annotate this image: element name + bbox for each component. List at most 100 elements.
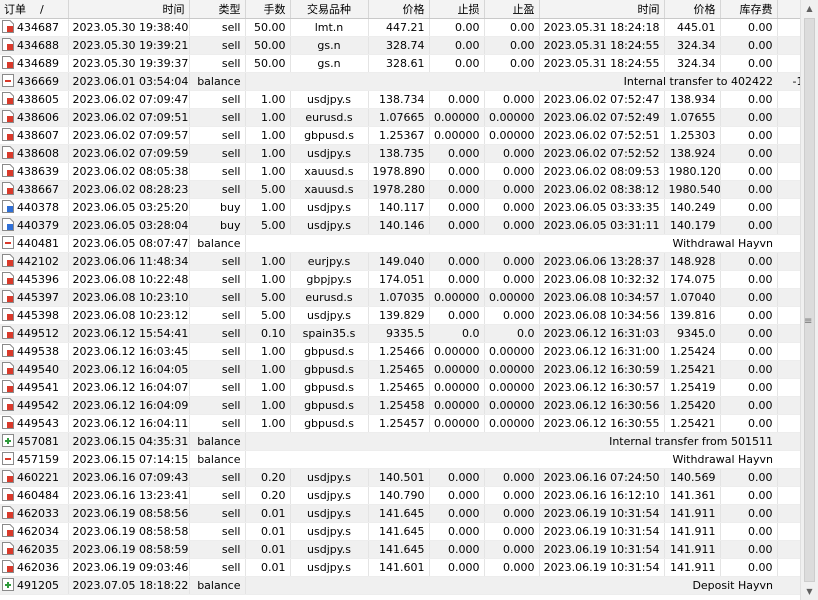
table-row[interactable]: 491205 2023.07.05 18:18:22 balance Deposit … [0,576,800,595]
table-row[interactable]: 462035 2023.06.19 08:58:59 sell 0.01 usdjpy.… [0,540,800,559]
scroll-up-arrow-icon[interactable]: ▲ [801,0,818,17]
table-row[interactable]: 434688 2023.05.30 19:39:21 sell 50.00 gs.n 32… [0,36,800,55]
cell-open-price: 447.21 [368,18,430,37]
cell-take-profit: 0.00000 [484,396,540,415]
cell-take-profit: 0.000 [484,504,540,523]
column-header-stop-loss[interactable]: 止损 [429,0,485,19]
table-row[interactable]: 449541 2023.06.12 16:04:07 sell 1.00 gbpusd.… [0,378,800,397]
cell-lots: 0.01 [245,558,291,577]
trade-history-grid[interactable]: 订单 / 时间 类型 手数 交易品种 价格 止损 止盈 时间 价格 库存费 获利… [0,0,800,600]
table-row[interactable]: 460484 2023.06.16 13:23:41 sell 0.20 usdjpy.… [0,486,800,505]
cell-take-profit: 0.000 [484,468,540,487]
table-row[interactable]: 449512 2023.06.12 15:54:41 sell 0.10 spain35… [0,324,800,343]
table-row[interactable]: 438667 2023.06.02 08:28:23 sell 5.00 xauusd.… [0,180,800,199]
table-row[interactable]: 460221 2023.06.16 07:09:43 sell 0.20 usdjpy.… [0,468,800,487]
table-row[interactable]: 462033 2023.06.19 08:58:56 sell 0.01 usdjpy.… [0,504,800,523]
cell-close-time: 2023.06.02 07:52:47 [539,90,665,109]
table-row[interactable]: 436669 2023.06.01 03:54:04 balance Internal… [0,72,800,91]
cell-open-price: 1.25465 [368,378,430,397]
column-header-close-price[interactable]: 价格 [664,0,721,19]
table-row[interactable]: 438608 2023.06.02 07:09:59 sell 1.00 usdjpy.… [0,144,800,163]
cell-open-time: 2023.06.05 03:28:04 [68,216,190,235]
table-row[interactable]: 445397 2023.06.08 10:23:10 sell 5.00 eurusd.… [0,288,800,307]
cell-profit: 9 000.90 [777,576,800,595]
table-row[interactable]: 442102 2023.06.06 11:48:34 sell 1.00 eurjpy.… [0,252,800,271]
cell-open-time: 2023.06.12 16:04:05 [68,360,190,379]
table-row[interactable]: 438605 2023.06.02 07:09:47 sell 1.00 usdjpy.… [0,90,800,109]
table-row[interactable]: 449543 2023.06.12 16:04:11 sell 1.00 gbpusd.… [0,414,800,433]
cell-swap: 0.00 [720,558,778,577]
column-header-open-price[interactable]: 价格 [368,0,430,19]
cell-take-profit: 0.00 [484,18,540,37]
cell-close-time: 2023.06.08 10:34:57 [539,288,665,307]
table-row[interactable]: 440378 2023.06.05 03:25:20 buy 1.00 usdjpy.s… [0,198,800,217]
cell-type: balance [189,432,246,451]
column-header-profit[interactable]: 获利 [777,0,800,19]
table-row[interactable]: 457081 2023.06.15 04:35:31 balance Internal… [0,432,800,451]
table-row[interactable]: 449542 2023.06.12 16:04:09 sell 1.00 gbpusd.… [0,396,800,415]
column-header-swap[interactable]: 库存费 [720,0,778,19]
table-row[interactable]: 457159 2023.06.15 07:14:15 balance Withdraw… [0,450,800,469]
cell-profit: 44.00 [777,360,800,379]
cell-stop-loss: 0.000 [429,486,485,505]
column-header-order[interactable]: 订单 / [0,0,69,19]
cell-take-profit: 0.00000 [484,126,540,145]
sell-icon [2,470,14,483]
column-header-close-time[interactable]: 时间 [539,0,665,19]
cell-profit: 110.00 [777,18,800,37]
table-row[interactable]: 438606 2023.06.02 07:09:51 sell 1.00 eurusd.… [0,108,800,127]
cell-symbol: usdjpy.s [290,540,369,559]
cell-take-profit: 0.00 [484,54,540,73]
cell-profit: 38.00 [777,396,800,415]
table-row[interactable]: 440481 2023.06.05 08:07:47 balance Withdraw… [0,234,800,253]
table-row[interactable]: 445396 2023.06.08 10:22:48 sell 1.00 gbpjpy.… [0,270,800,289]
cell-profit: -1 130.00 [777,180,800,199]
cell-close-time: 2023.06.02 07:52:52 [539,144,665,163]
cell-lots: 5.00 [245,306,291,325]
cell-open-price: 1978.890 [368,162,430,181]
cell-open-time: 2023.06.12 16:04:09 [68,396,190,415]
cell-order: 438607 [0,126,69,145]
scroll-down-arrow-icon[interactable]: ▼ [801,583,818,600]
cell-stop-loss: 0.000 [429,504,485,523]
cell-order: 449541 [0,378,69,397]
column-header-take-profit[interactable]: 止盈 [484,0,540,19]
table-body: 434687 2023.05.30 19:38:40 sell 50.00 lmt.n 4… [0,18,800,595]
table-row[interactable]: 438607 2023.06.02 07:09:57 sell 1.00 gbpusd.… [0,126,800,145]
cell-profit: -80.79 [777,486,800,505]
table-row[interactable]: 449538 2023.06.12 16:03:45 sell 1.00 gbpusd.… [0,342,800,361]
cell-swap: 0.00 [720,198,778,217]
cell-profit: -1.87 [777,504,800,523]
cell-lots: 5.00 [245,180,291,199]
table-row[interactable]: 445398 2023.06.08 10:23:12 sell 5.00 usdjpy.… [0,306,800,325]
cell-open-time: 2023.06.01 03:54:04 [68,72,190,91]
cell-swap: 0.00 [720,324,778,343]
cell-open-price: 1978.280 [368,180,430,199]
column-header-open-time[interactable]: 时间 [68,0,190,19]
cell-open-time: 2023.06.15 04:35:31 [68,432,190,451]
cell-comment: Internal transfer from 501511 [245,432,777,451]
cell-take-profit: 0.000 [484,306,540,325]
table-row[interactable]: 449540 2023.06.12 16:04:05 sell 1.00 gbpusd.… [0,360,800,379]
cell-order: 434689 [0,54,69,73]
column-header-lots[interactable]: 手数 [245,0,291,19]
cell-close-price: 140.569 [664,468,721,487]
table-row[interactable]: 462036 2023.06.19 09:03:46 sell 0.01 usdjpy.… [0,558,800,577]
cell-symbol: eurusd.s [290,288,369,307]
cell-open-price: 140.146 [368,216,430,235]
cell-order: 449538 [0,342,69,361]
cell-symbol: eurjpy.s [290,252,369,271]
scrollbar-thumb[interactable] [804,18,815,582]
sell-icon [2,92,14,105]
table-row[interactable]: 434687 2023.05.30 19:38:40 sell 50.00 lmt.n 4… [0,18,800,37]
table-row[interactable]: 438639 2023.06.02 08:05:38 sell 1.00 xauusd.… [0,162,800,181]
table-row[interactable]: 440379 2023.06.05 03:28:04 buy 5.00 usdjpy.s… [0,216,800,235]
buy-icon [2,200,14,213]
cell-symbol: gbpusd.s [290,360,369,379]
table-row[interactable]: 462034 2023.06.19 08:58:58 sell 0.01 usdjpy.… [0,522,800,541]
table-row[interactable]: 434689 2023.05.30 19:39:37 sell 50.00 gs.n 32… [0,54,800,73]
column-header-type[interactable]: 类型 [189,0,246,19]
column-header-symbol[interactable]: 交易品种 [290,0,369,19]
vertical-scrollbar[interactable]: ▲ ≡ ▼ [800,0,818,600]
cell-swap: 0.00 [720,126,778,145]
